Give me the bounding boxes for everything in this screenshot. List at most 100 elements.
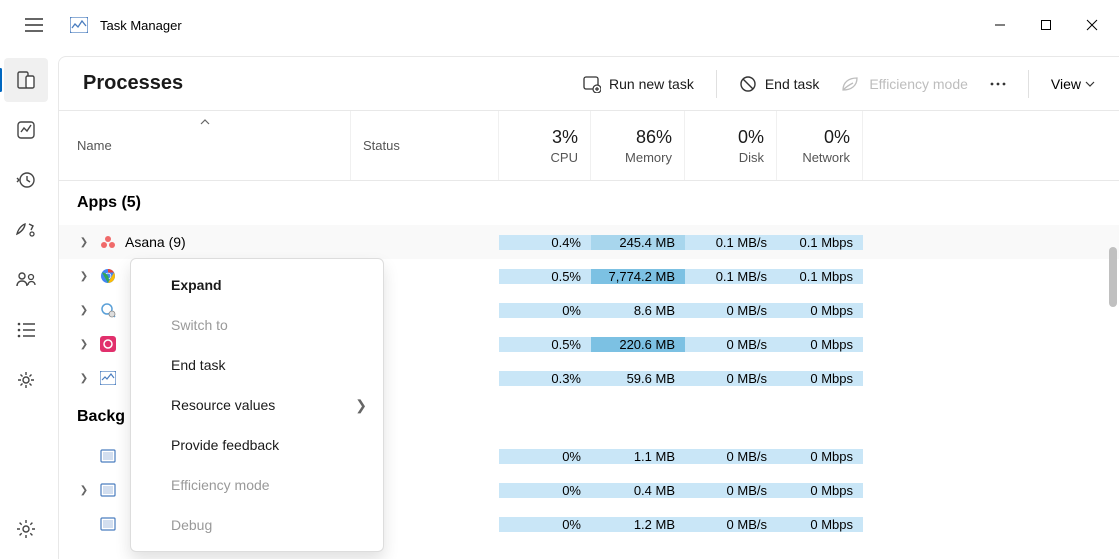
app-icon xyxy=(70,16,88,34)
left-nav xyxy=(0,50,52,559)
toolbar: Processes Run new task End task Efficien… xyxy=(59,57,1119,111)
startup-icon xyxy=(15,220,37,240)
chrome-icon xyxy=(99,267,117,285)
memory-value: 245.4 MB xyxy=(591,235,685,250)
memory-value: 0.4 MB xyxy=(591,483,685,498)
disk-value: 0 MB/s xyxy=(685,517,777,532)
nav-performance[interactable] xyxy=(4,108,48,152)
menu-provide-feedback[interactable]: Provide feedback xyxy=(131,425,383,465)
network-value: 0 Mbps xyxy=(777,517,863,532)
users-icon xyxy=(15,270,37,290)
services-icon xyxy=(16,370,36,390)
nav-app-history[interactable] xyxy=(4,158,48,202)
disk-value: 0 MB/s xyxy=(685,449,777,464)
chevron-right-icon[interactable]: ❯ xyxy=(77,485,91,496)
service-icon xyxy=(99,481,117,499)
title-bar: Task Manager xyxy=(0,0,1119,50)
history-icon xyxy=(16,170,36,190)
cpu-value: 0% xyxy=(499,483,591,498)
service-icon xyxy=(99,515,117,533)
disk-value: 0 MB/s xyxy=(685,483,777,498)
cpu-value: 0.3% xyxy=(499,371,591,386)
end-task-icon xyxy=(739,75,757,93)
nav-startup-apps[interactable] xyxy=(4,208,48,252)
chevron-right-icon[interactable]: ❯ xyxy=(77,373,91,384)
disk-value: 0 MB/s xyxy=(685,303,777,318)
chevron-right-icon[interactable]: ❯ xyxy=(77,305,91,316)
minimize-button[interactable] xyxy=(977,8,1023,42)
more-button[interactable] xyxy=(990,82,1006,86)
generic-app-icon xyxy=(99,301,117,319)
menu-resource-values[interactable]: Resource values ❯ xyxy=(131,385,383,425)
column-status[interactable]: Status xyxy=(351,111,499,180)
disk-value: 0 MB/s xyxy=(685,337,777,352)
cpu-value: 0.4% xyxy=(499,235,591,250)
network-value: 0 Mbps xyxy=(777,303,863,318)
disk-value: 0 MB/s xyxy=(685,371,777,386)
group-apps[interactable]: Apps (5) xyxy=(59,181,1119,225)
efficiency-mode-button: Efficiency mode xyxy=(841,76,968,92)
vertical-scrollbar[interactable] xyxy=(1109,247,1117,307)
menu-switch-to: Switch to xyxy=(131,305,383,345)
network-value: 0 Mbps xyxy=(777,449,863,464)
nav-details[interactable] xyxy=(4,308,48,352)
asana-icon xyxy=(99,233,117,251)
performance-icon xyxy=(16,120,36,140)
nav-users[interactable] xyxy=(4,258,48,302)
chevron-right-icon[interactable]: ❯ xyxy=(77,271,91,282)
context-menu: Expand Switch to End task Resource value… xyxy=(130,258,384,552)
page-title: Processes xyxy=(83,72,183,95)
sort-indicator-icon xyxy=(200,119,210,125)
disk-value: 0.1 MB/s xyxy=(685,235,777,250)
chevron-right-icon: ❯ xyxy=(355,397,367,414)
network-value: 0 Mbps xyxy=(777,371,863,386)
run-task-icon xyxy=(583,75,601,93)
disk-value: 0.1 MB/s xyxy=(685,269,777,284)
table-header: Name Status 3%CPU 86%Memory 0%Disk 0%Net… xyxy=(59,111,1119,181)
more-icon xyxy=(990,82,1006,86)
view-button[interactable]: View xyxy=(1051,76,1095,92)
menu-end-task[interactable]: End task xyxy=(131,345,383,385)
network-value: 0.1 Mbps xyxy=(777,235,863,250)
cpu-value: 0% xyxy=(499,303,591,318)
cpu-value: 0.5% xyxy=(499,337,591,352)
window-controls xyxy=(977,8,1115,42)
service-icon xyxy=(99,447,117,465)
memory-value: 7,774.2 MB xyxy=(591,269,685,284)
nav-services[interactable] xyxy=(4,358,48,402)
chevron-right-icon[interactable]: ❯ xyxy=(77,339,91,350)
nav-settings[interactable] xyxy=(4,507,48,551)
column-disk[interactable]: 0%Disk xyxy=(685,111,777,180)
chevron-right-icon[interactable]: ❯ xyxy=(77,237,91,248)
toolbar-divider xyxy=(1028,70,1029,98)
maximize-button[interactable] xyxy=(1023,8,1069,42)
column-network[interactable]: 0%Network xyxy=(777,111,863,180)
table-row[interactable]: ❯ Asana (9) 0.4% 245.4 MB 0.1 MB/s 0.1 M… xyxy=(59,225,1119,259)
cpu-value: 0.5% xyxy=(499,269,591,284)
network-value: 0 Mbps xyxy=(777,337,863,352)
network-value: 0.1 Mbps xyxy=(777,269,863,284)
menu-expand[interactable]: Expand xyxy=(131,265,383,305)
run-new-task-button[interactable]: Run new task xyxy=(583,75,694,93)
memory-value: 220.6 MB xyxy=(591,337,685,352)
column-cpu[interactable]: 3%CPU xyxy=(499,111,591,180)
cpu-value: 0% xyxy=(499,517,591,532)
taskmgr-icon xyxy=(99,369,117,387)
hamburger-icon[interactable] xyxy=(12,3,56,47)
network-value: 0 Mbps xyxy=(777,483,863,498)
column-memory[interactable]: 86%Memory xyxy=(591,111,685,180)
leaf-icon xyxy=(841,76,861,92)
memory-value: 8.6 MB xyxy=(591,303,685,318)
memory-value: 1.2 MB xyxy=(591,517,685,532)
menu-debug: Debug xyxy=(131,505,383,545)
details-icon xyxy=(16,322,36,338)
gear-icon xyxy=(16,519,36,539)
memory-value: 1.1 MB xyxy=(591,449,685,464)
nav-processes[interactable] xyxy=(4,58,48,102)
close-button[interactable] xyxy=(1069,8,1115,42)
chevron-down-icon xyxy=(1085,81,1095,87)
column-name[interactable]: Name xyxy=(59,111,351,180)
process-name: Asana (9) xyxy=(125,234,186,250)
menu-efficiency-mode: Efficiency mode xyxy=(131,465,383,505)
end-task-button[interactable]: End task xyxy=(739,75,819,93)
